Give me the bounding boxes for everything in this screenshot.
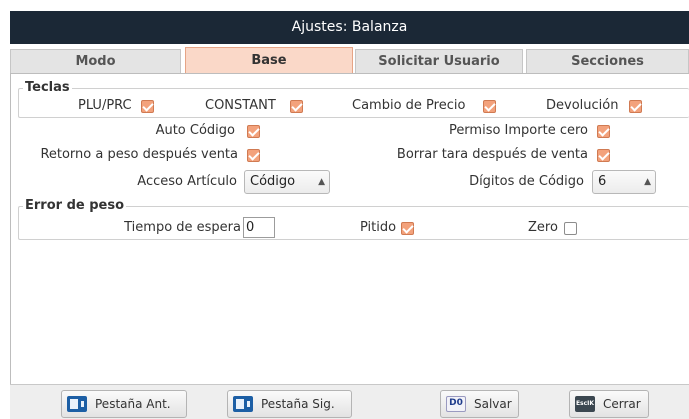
constant-label: CONSTANT <box>205 98 276 113</box>
tab-base[interactable]: Base <box>185 47 353 74</box>
next-tab-label: Pestaña Sig. <box>261 397 335 411</box>
tab-forward-icon <box>233 396 253 412</box>
plu-prc-label: PLU/PRC <box>78 98 132 113</box>
zero-label: Zero <box>528 220 558 235</box>
borrar-tara-label: Borrar tara después de venta <box>396 147 588 162</box>
acceso-articulo-label: Acceso Artículo <box>137 174 237 189</box>
tiempo-espera-label: Tiempo de espera <box>124 220 241 235</box>
permiso-importe-cero-label: Permiso Importe cero <box>448 123 588 138</box>
devolucion-checkbox[interactable] <box>629 100 642 113</box>
spin-arrows-icon: ▲︎ <box>318 177 325 187</box>
tab-back-icon <box>67 396 87 412</box>
error-peso-group-title: Error de peso <box>23 198 127 214</box>
tiempo-espera-input[interactable]: 0 <box>243 217 275 238</box>
digitos-codigo-value: 6 <box>598 174 607 189</box>
pitido-checkbox[interactable] <box>401 222 414 235</box>
close-label: Cerrar <box>603 397 641 411</box>
constant-checkbox[interactable] <box>290 100 303 113</box>
plu-prc-checkbox[interactable] <box>141 100 154 113</box>
close-button[interactable]: EscIK Cerrar <box>569 390 649 418</box>
save-button[interactable]: D0 Salvar <box>440 390 519 418</box>
tab-bar: Modo Base Solicitar Usuario Secciones <box>10 47 689 74</box>
tab-modo[interactable]: Modo <box>10 49 181 74</box>
save-icon: D0 <box>446 396 466 412</box>
auto-codigo-label: Auto Código <box>155 123 235 138</box>
retorno-peso-checkbox[interactable] <box>247 149 260 162</box>
cambio-precio-label: Cambio de Precio <box>352 98 466 113</box>
acceso-articulo-value: Código <box>250 174 296 189</box>
spin-arrows-icon: ▲︎ <box>644 177 651 187</box>
digitos-codigo-label: Dígitos de Código <box>469 174 584 189</box>
permiso-importe-cero-checkbox[interactable] <box>597 125 610 138</box>
borrar-tara-checkbox[interactable] <box>597 149 610 162</box>
auto-codigo-checkbox[interactable] <box>247 125 260 138</box>
devolucion-label: Devolución <box>546 98 619 113</box>
save-label: Salvar <box>474 397 512 411</box>
window-titlebar: Ajustes: Balanza <box>10 11 689 44</box>
teclas-group-title: Teclas <box>23 80 72 96</box>
window-title: Ajustes: Balanza <box>291 19 408 35</box>
cambio-precio-checkbox[interactable] <box>483 100 496 113</box>
next-tab-button[interactable]: Pestaña Sig. <box>227 390 352 418</box>
prev-tab-button[interactable]: Pestaña Ant. <box>61 390 187 418</box>
digitos-codigo-select[interactable]: 6 ▲︎ <box>592 170 656 194</box>
pitido-label: Pitido <box>360 220 397 235</box>
escape-key-icon: EscIK <box>575 396 595 412</box>
bottom-button-bar: Pestaña Ant. Pestaña Sig. D0 Salvar EscI… <box>10 384 689 419</box>
tab-solicitar-usuario[interactable]: Solicitar Usuario <box>355 49 523 74</box>
retorno-peso-label: Retorno a peso después venta <box>40 147 238 162</box>
zero-checkbox[interactable] <box>564 222 577 235</box>
acceso-articulo-select[interactable]: Código ▲︎ <box>244 170 330 194</box>
prev-tab-label: Pestaña Ant. <box>95 397 171 411</box>
tab-secciones[interactable]: Secciones <box>526 49 689 74</box>
